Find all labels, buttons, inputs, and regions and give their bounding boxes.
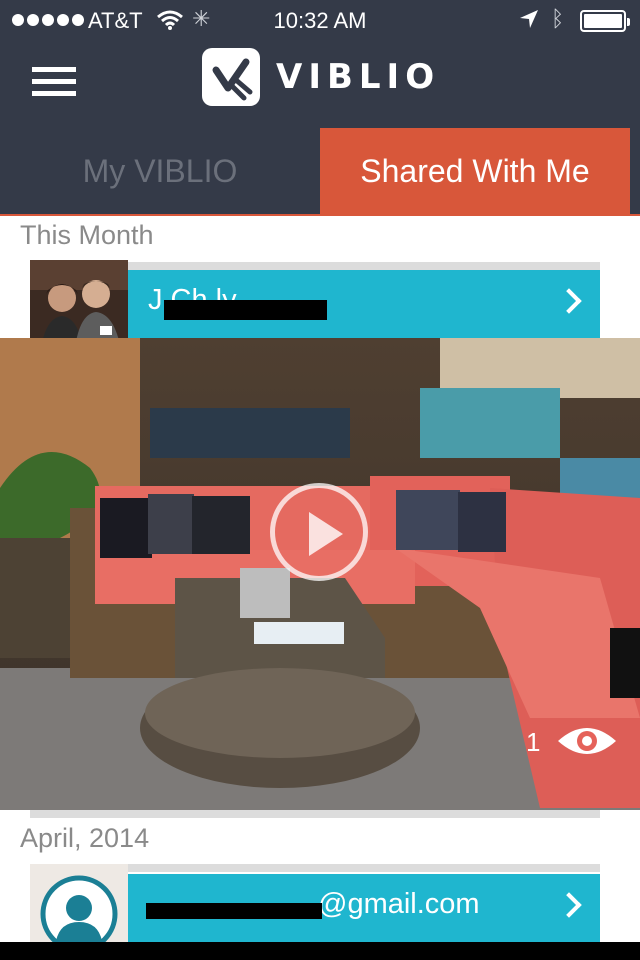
viblio-logo-icon <box>202 48 260 106</box>
hamburger-menu-icon[interactable] <box>32 67 76 97</box>
tab-shared-with-me[interactable]: Shared With Me <box>320 128 630 214</box>
row-divider <box>30 810 600 818</box>
status-bar: AT&T ✳ 10:32 AM ᛒ <box>0 0 640 40</box>
sharer-email: @gmail.com <box>318 888 480 920</box>
chevron-right-icon <box>556 288 582 314</box>
shared-by-row[interactable]: J Ch ly <box>128 270 600 338</box>
redaction-bar <box>164 300 327 320</box>
logo-text: VIBLIO <box>276 57 441 97</box>
shared-by-row[interactable]: @gmail.com <box>128 874 600 942</box>
eye-icon <box>558 728 616 754</box>
tab-underline <box>0 214 640 216</box>
bottom-edge <box>0 942 640 960</box>
tab-my-viblio[interactable]: My VIBLIO <box>0 128 320 214</box>
video-thumbnail[interactable]: 1 <box>0 338 640 810</box>
top-bar: AT&T ✳ 10:32 AM ᛒ VIBLIO <box>0 0 640 128</box>
battery-icon <box>580 10 630 32</box>
tab-bar: My VIBLIO Shared With Me <box>0 128 640 214</box>
section-label-this-month: This Month <box>20 220 154 250</box>
location-arrow-icon <box>520 10 538 28</box>
status-time: 10:32 AM <box>273 8 367 33</box>
view-count: 1 <box>526 727 541 757</box>
viblio-logo: VIBLIO <box>202 47 440 107</box>
chevron-right-icon <box>556 892 582 918</box>
bluetooth-icon: ᛒ <box>551 6 565 31</box>
redaction-bar <box>146 903 322 919</box>
section-label-april-2014: April, 2014 <box>20 823 150 853</box>
play-icon <box>309 512 343 556</box>
app-screen: AT&T ✳ 10:32 AM ᛒ VIBLIO My VIBLIO Share… <box>0 0 640 960</box>
play-button[interactable] <box>270 483 368 581</box>
